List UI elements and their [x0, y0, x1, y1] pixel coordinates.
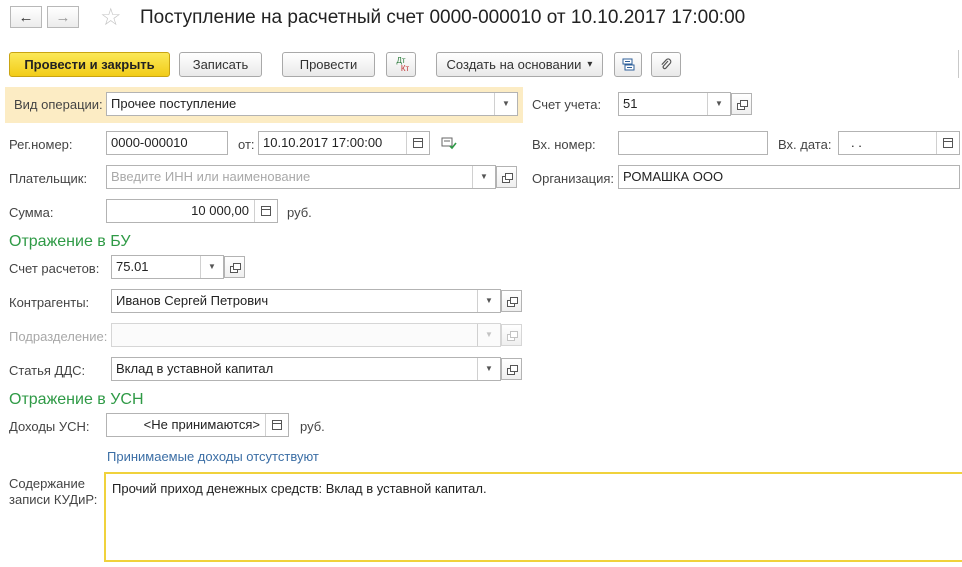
kudir-label-line2: записи КУДиР: [9, 492, 98, 507]
dds-item-select[interactable]: Вклад в уставной капитал ▼ [111, 357, 501, 381]
structure-button[interactable] [614, 52, 642, 77]
back-button[interactable]: ← [10, 6, 42, 28]
open-icon [736, 99, 748, 110]
chevron-down-icon: ▼ [477, 324, 500, 346]
dds-item-open-button[interactable] [501, 358, 522, 380]
usn-section-title: Отражение в УСН [9, 391, 144, 408]
accepted-income-link[interactable]: Принимаемые доходы отсутствуют [107, 449, 319, 464]
payer-placeholder: Введите ИНН или наименование [111, 169, 311, 184]
page-title: Поступление на расчетный счет 0000-00001… [140, 7, 746, 28]
calendar-icon [943, 138, 953, 148]
account-open-button[interactable] [731, 93, 752, 115]
sum-input[interactable]: 10 000,00 [106, 199, 278, 223]
dds-item-label: Статья ДДС: [9, 363, 86, 378]
calendar-icon [413, 138, 423, 148]
date-label: от: [238, 137, 255, 152]
organization-label: Организация: [532, 171, 615, 186]
payer-input[interactable]: Введите ИНН или наименование ▼ [106, 165, 496, 189]
organization-input[interactable]: РОМАШКА ООО [618, 165, 960, 189]
calculator-icon [272, 420, 282, 430]
kudir-text: Прочий приход денежных средств: Вклад в … [112, 481, 487, 496]
payer-label: Плательщик: [9, 171, 88, 186]
division-open-button [501, 324, 522, 346]
settlement-account-select[interactable]: 75.01 ▼ [111, 255, 224, 279]
dds-item-value: Вклад в уставной капитал [116, 361, 274, 376]
counterparties-select[interactable]: Иванов Сергей Петрович ▼ [111, 289, 501, 313]
calendar-button[interactable] [406, 132, 429, 154]
chevron-down-icon[interactable]: ▼ [472, 166, 495, 188]
structure-icon [622, 58, 635, 70]
open-icon [229, 262, 241, 273]
calculator-icon [261, 206, 271, 216]
counterparties-label: Контрагенты: [9, 295, 90, 310]
create-based-on-button[interactable]: Создать на основании ▾ [436, 52, 603, 77]
usn-income-value: <Не принимаются> [143, 417, 260, 432]
kudir-textarea[interactable]: Прочий приход денежных средств: Вклад в … [104, 472, 962, 562]
reg-number-input[interactable]: 0000-000010 [106, 131, 228, 155]
open-icon [506, 364, 518, 375]
sum-label: Сумма: [9, 205, 54, 220]
bu-section-title: Отражение в БУ [9, 233, 131, 250]
forward-button[interactable]: → [47, 6, 79, 28]
kudir-label: Содержание записи КУДиР: [9, 476, 97, 508]
arrow-left-icon: ← [18, 8, 34, 26]
settlement-account-value: 75.01 [116, 259, 149, 274]
post-button[interactable]: Провести [282, 52, 375, 77]
chevron-down-icon[interactable]: ▼ [494, 93, 517, 115]
date-value: 10.10.2017 17:00:00 [263, 135, 383, 150]
chevron-down-icon[interactable]: ▼ [477, 290, 500, 312]
chevron-down-icon: ▾ [587, 59, 593, 70]
create-based-on-label: Создать на основании [446, 57, 582, 72]
chevron-down-icon[interactable]: ▼ [707, 93, 730, 115]
dt-kt-button[interactable]: Дт Кт [386, 52, 416, 77]
settlement-account-open-button[interactable] [224, 256, 245, 278]
in-number-label: Вх. номер: [532, 137, 596, 152]
chevron-down-icon[interactable]: ▼ [200, 256, 223, 278]
operation-type-select[interactable]: Прочее поступление ▼ [106, 92, 518, 116]
calculator-button[interactable] [265, 414, 288, 436]
attach-button[interactable] [651, 52, 681, 77]
calendar-button[interactable] [936, 132, 959, 154]
date-input[interactable]: 10.10.2017 17:00:00 [258, 131, 430, 155]
chevron-down-icon[interactable]: ▼ [477, 358, 500, 380]
in-date-value: . . [851, 135, 862, 150]
star-icon[interactable]: ☆ [100, 3, 122, 32]
operation-type-label: Вид операции: [14, 97, 103, 112]
usn-income-label: Доходы УСН: [9, 419, 90, 434]
payer-open-button[interactable] [496, 166, 517, 188]
sum-value: 10 000,00 [191, 203, 249, 218]
sum-currency: руб. [287, 205, 312, 220]
usn-income-currency: руб. [300, 419, 325, 434]
account-value: 51 [623, 96, 638, 111]
in-date-input[interactable]: . . [838, 131, 960, 155]
save-button[interactable]: Записать [179, 52, 262, 77]
post-and-close-button[interactable]: Провести и закрыть [9, 52, 170, 77]
operation-type-value: Прочее поступление [111, 96, 237, 111]
date-settings-icon[interactable] [441, 136, 457, 153]
counterparties-open-button[interactable] [501, 290, 522, 312]
counterparties-value: Иванов Сергей Петрович [116, 293, 269, 308]
usn-income-input[interactable]: <Не принимаются> [106, 413, 289, 437]
toolbar-divider [958, 50, 959, 78]
open-icon [506, 330, 518, 341]
account-select[interactable]: 51 ▼ [618, 92, 731, 116]
open-icon [506, 296, 518, 307]
settlement-account-label: Счет расчетов: [9, 261, 100, 276]
paperclip-icon [661, 57, 672, 69]
in-date-label: Вх. дата: [778, 137, 832, 152]
division-select: ▼ [111, 323, 501, 347]
arrow-right-icon: → [55, 8, 71, 26]
calculator-button[interactable] [254, 200, 277, 222]
division-label: Подразделение: [9, 329, 108, 344]
reg-number-label: Рег.номер: [9, 137, 73, 152]
in-number-input[interactable] [618, 131, 768, 155]
account-label: Счет учета: [532, 97, 602, 112]
open-icon [501, 172, 513, 183]
dt-kt-icon-bottom: Кт [400, 63, 410, 73]
kudir-label-line1: Содержание [9, 476, 85, 491]
